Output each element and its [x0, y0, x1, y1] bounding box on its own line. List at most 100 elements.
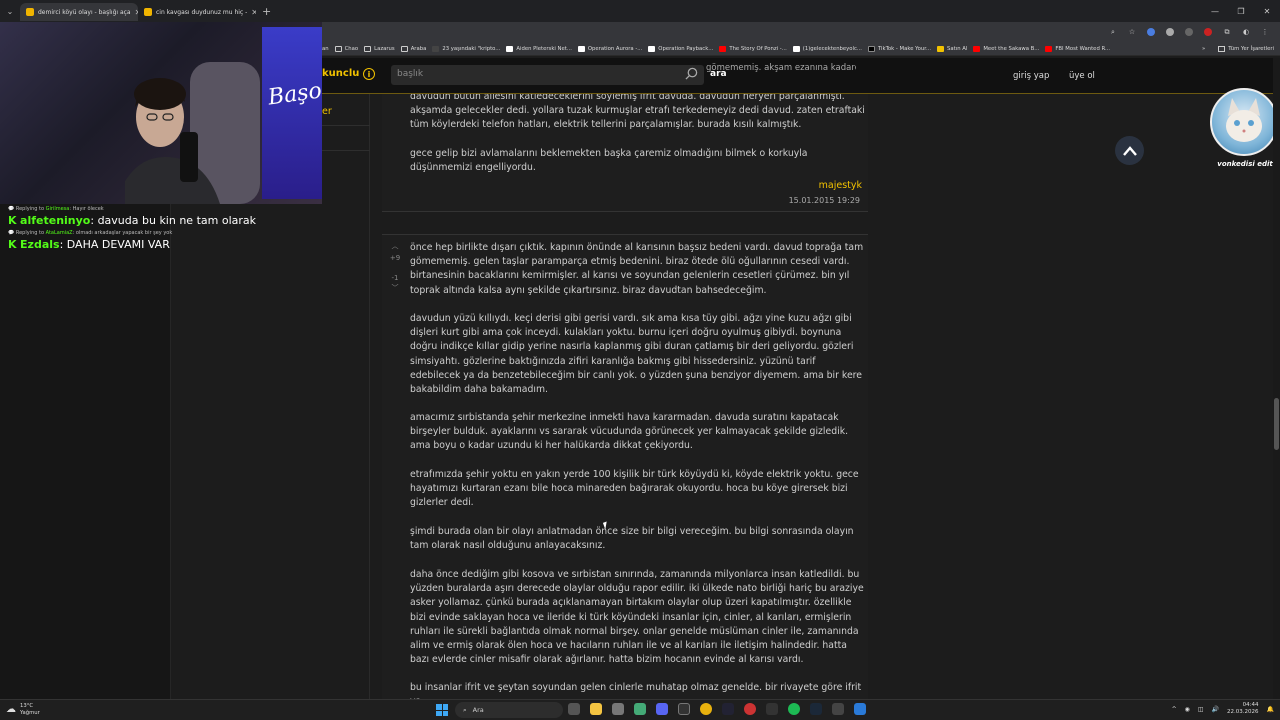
- app-icon[interactable]: [832, 703, 844, 715]
- site-logo[interactable]: kunclu: [322, 68, 359, 79]
- entry-paragraph: önce hep birlikte dışarı çıktık. kapının…: [410, 242, 864, 296]
- task-view-icon[interactable]: [568, 703, 580, 715]
- menu-icon[interactable]: ⋮: [1260, 27, 1270, 37]
- search-input[interactable]: başlık: [391, 65, 704, 85]
- background-light: [262, 27, 322, 199]
- upvote-icon[interactable]: ︿: [387, 241, 403, 251]
- maximize-button[interactable]: ❐: [1228, 7, 1254, 16]
- kick-icon: K: [8, 214, 17, 227]
- extension-icon[interactable]: [1146, 27, 1156, 37]
- bookmark[interactable]: Meet the Sakawa B...: [973, 45, 1039, 52]
- folder-icon: [1218, 46, 1226, 52]
- weather-widget[interactable]: ☁ 13°C Yağmur: [6, 703, 40, 716]
- bookmark[interactable]: an: [322, 46, 329, 52]
- tab-inactive[interactable]: cin kavgası duydunuz mu hiç - ✕: [138, 3, 256, 21]
- sidebar-fragment[interactable]: er: [322, 106, 332, 117]
- chat-reply: 💬 Replying to AtaLamiaZ: olmadı arkadaşl…: [8, 230, 173, 236]
- login-link[interactable]: giriş yap: [1013, 71, 1049, 81]
- bookmark[interactable]: TikTok - Make Your...: [867, 45, 931, 52]
- signup-link[interactable]: üye ol: [1069, 71, 1095, 81]
- kick-icon: K: [8, 238, 17, 251]
- clock[interactable]: 04:44 22.03.2026: [1227, 702, 1259, 716]
- page-scrollbar[interactable]: [1273, 58, 1280, 699]
- chat-reply: 💬 Replying to Girilmesa: Hayır ölecek: [8, 206, 104, 212]
- tab-active[interactable]: demirci köyü olayı - başlığı aça ✕: [20, 3, 138, 21]
- puzzle-icon[interactable]: ⧉: [1222, 27, 1232, 37]
- entry-text: gece gelip bizi avlamalarını beklemekten…: [410, 148, 808, 174]
- profile-icon[interactable]: ◐: [1241, 27, 1251, 37]
- bookmark[interactable]: (1)gelecektenbeyolc...: [792, 45, 862, 52]
- bookmark[interactable]: The Story Of Ponzi -...: [719, 45, 787, 52]
- taskbar-apps: [568, 703, 866, 715]
- file-explorer-icon[interactable]: [590, 703, 602, 715]
- entry-list: davudun bütün ailesini katledeceklerini …: [382, 94, 868, 699]
- bookmark-folder[interactable]: Chao: [334, 45, 358, 52]
- app-icon[interactable]: [678, 703, 690, 715]
- chat-bubble-icon: 💬: [8, 206, 15, 212]
- app-icon[interactable]: [854, 703, 866, 715]
- app-icon[interactable]: [722, 703, 734, 715]
- star-icon[interactable]: ☆: [1127, 27, 1137, 37]
- entry-paragraph: şimdi burada olan bir olayı anlatmadan ö…: [410, 526, 854, 552]
- zoom-icon[interactable]: ⌕: [1108, 27, 1118, 37]
- app-icon[interactable]: [612, 703, 624, 715]
- search-icon[interactable]: [685, 67, 698, 80]
- tab-label: demirci köyü olayı - başlığı aça: [38, 8, 131, 16]
- entry-text-overlap: gömememiş. akşam ezanına kadarda: [706, 63, 856, 73]
- tray-icon[interactable]: ◉: [1185, 706, 1190, 713]
- bookmarks-right: » Tüm Yer İşaretleri: [1202, 42, 1274, 55]
- tab-label: cin kavgası duydunuz mu hiç -: [156, 8, 248, 16]
- minimize-button[interactable]: —: [1202, 7, 1228, 16]
- discord-icon[interactable]: [656, 703, 668, 715]
- chat-bubble-icon: 💬: [8, 230, 15, 236]
- chat-message: K Ezdals: DAHA DEVAMI VAR: [8, 238, 170, 251]
- network-icon[interactable]: ◫: [1198, 706, 1204, 713]
- bookmark[interactable]: FBI Most Wanted R...: [1045, 45, 1110, 52]
- cat-icon: [1226, 98, 1262, 142]
- all-bookmarks-button[interactable]: Tüm Yer İşaretleri: [1228, 46, 1274, 52]
- divider: [322, 125, 370, 126]
- taskbar-search[interactable]: ⌕ Ara: [455, 702, 563, 718]
- vote-down-count: -1: [391, 274, 399, 282]
- obs-icon[interactable]: [744, 703, 756, 715]
- notification-icon[interactable]: 🔔: [1267, 706, 1274, 713]
- close-tab-icon[interactable]: ✕: [251, 8, 256, 17]
- cat-caption: vonkedisi edit: [1217, 160, 1273, 168]
- chat-message: K alfeteninyo: davuda bu kin ne tam olar…: [8, 214, 256, 227]
- speaker-icon[interactable]: 🔊: [1212, 706, 1219, 713]
- extension-icon[interactable]: [1203, 27, 1213, 37]
- bookmark[interactable]: 23 yaşındaki "kripto...: [432, 45, 500, 52]
- entry: ︿ +9 -1 ﹀ önce hep birlikte dışarı çıktı…: [382, 234, 868, 699]
- entry-author[interactable]: majestyk: [819, 180, 862, 191]
- scroll-to-top-button[interactable]: [1115, 136, 1144, 165]
- bookmark-folder[interactable]: Araba: [400, 45, 426, 52]
- tab-list-icon[interactable]: ⌄: [0, 7, 20, 16]
- app-icon[interactable]: [634, 703, 646, 715]
- close-window-button[interactable]: ✕: [1254, 7, 1280, 16]
- spotify-icon[interactable]: [788, 703, 800, 715]
- chevron-up-icon[interactable]: ^: [1172, 706, 1177, 713]
- cloud-rain-icon: ☁: [6, 704, 16, 715]
- app-icon[interactable]: [766, 703, 778, 715]
- extension-icon[interactable]: [1184, 27, 1194, 37]
- steam-icon[interactable]: [810, 703, 822, 715]
- new-tab-button[interactable]: +: [262, 5, 271, 18]
- bookmark[interactable]: Operation Aurora -...: [577, 45, 642, 52]
- info-icon[interactable]: i: [363, 68, 375, 80]
- entry-date[interactable]: 15.01.2015 19:29: [789, 196, 860, 205]
- extension-icon[interactable]: [1165, 27, 1175, 37]
- weather-condition: Yağmur: [20, 709, 40, 716]
- vote-up-count: +9: [389, 254, 401, 262]
- bookmark-folder[interactable]: Lazarus: [364, 45, 395, 52]
- bookmark[interactable]: Aiden Pleterski Net...: [506, 45, 572, 52]
- divider: [322, 150, 370, 151]
- windows-taskbar: ☁ 13°C Yağmur ⌕ Ara ^ ◉ ◫ 🔊 04:44 22.03.…: [0, 699, 1280, 720]
- chevron-up-icon: [1122, 145, 1137, 156]
- bookmark[interactable]: Satın Al: [937, 45, 967, 52]
- windows-start-icon[interactable]: [436, 704, 448, 716]
- chrome-icon[interactable]: [700, 703, 712, 715]
- scrollbar-thumb[interactable]: [1274, 398, 1279, 450]
- downvote-icon[interactable]: ﹀: [387, 283, 403, 293]
- bookmarks-more-button[interactable]: »: [1202, 46, 1205, 52]
- bookmark[interactable]: Operation Payback...: [648, 45, 713, 52]
